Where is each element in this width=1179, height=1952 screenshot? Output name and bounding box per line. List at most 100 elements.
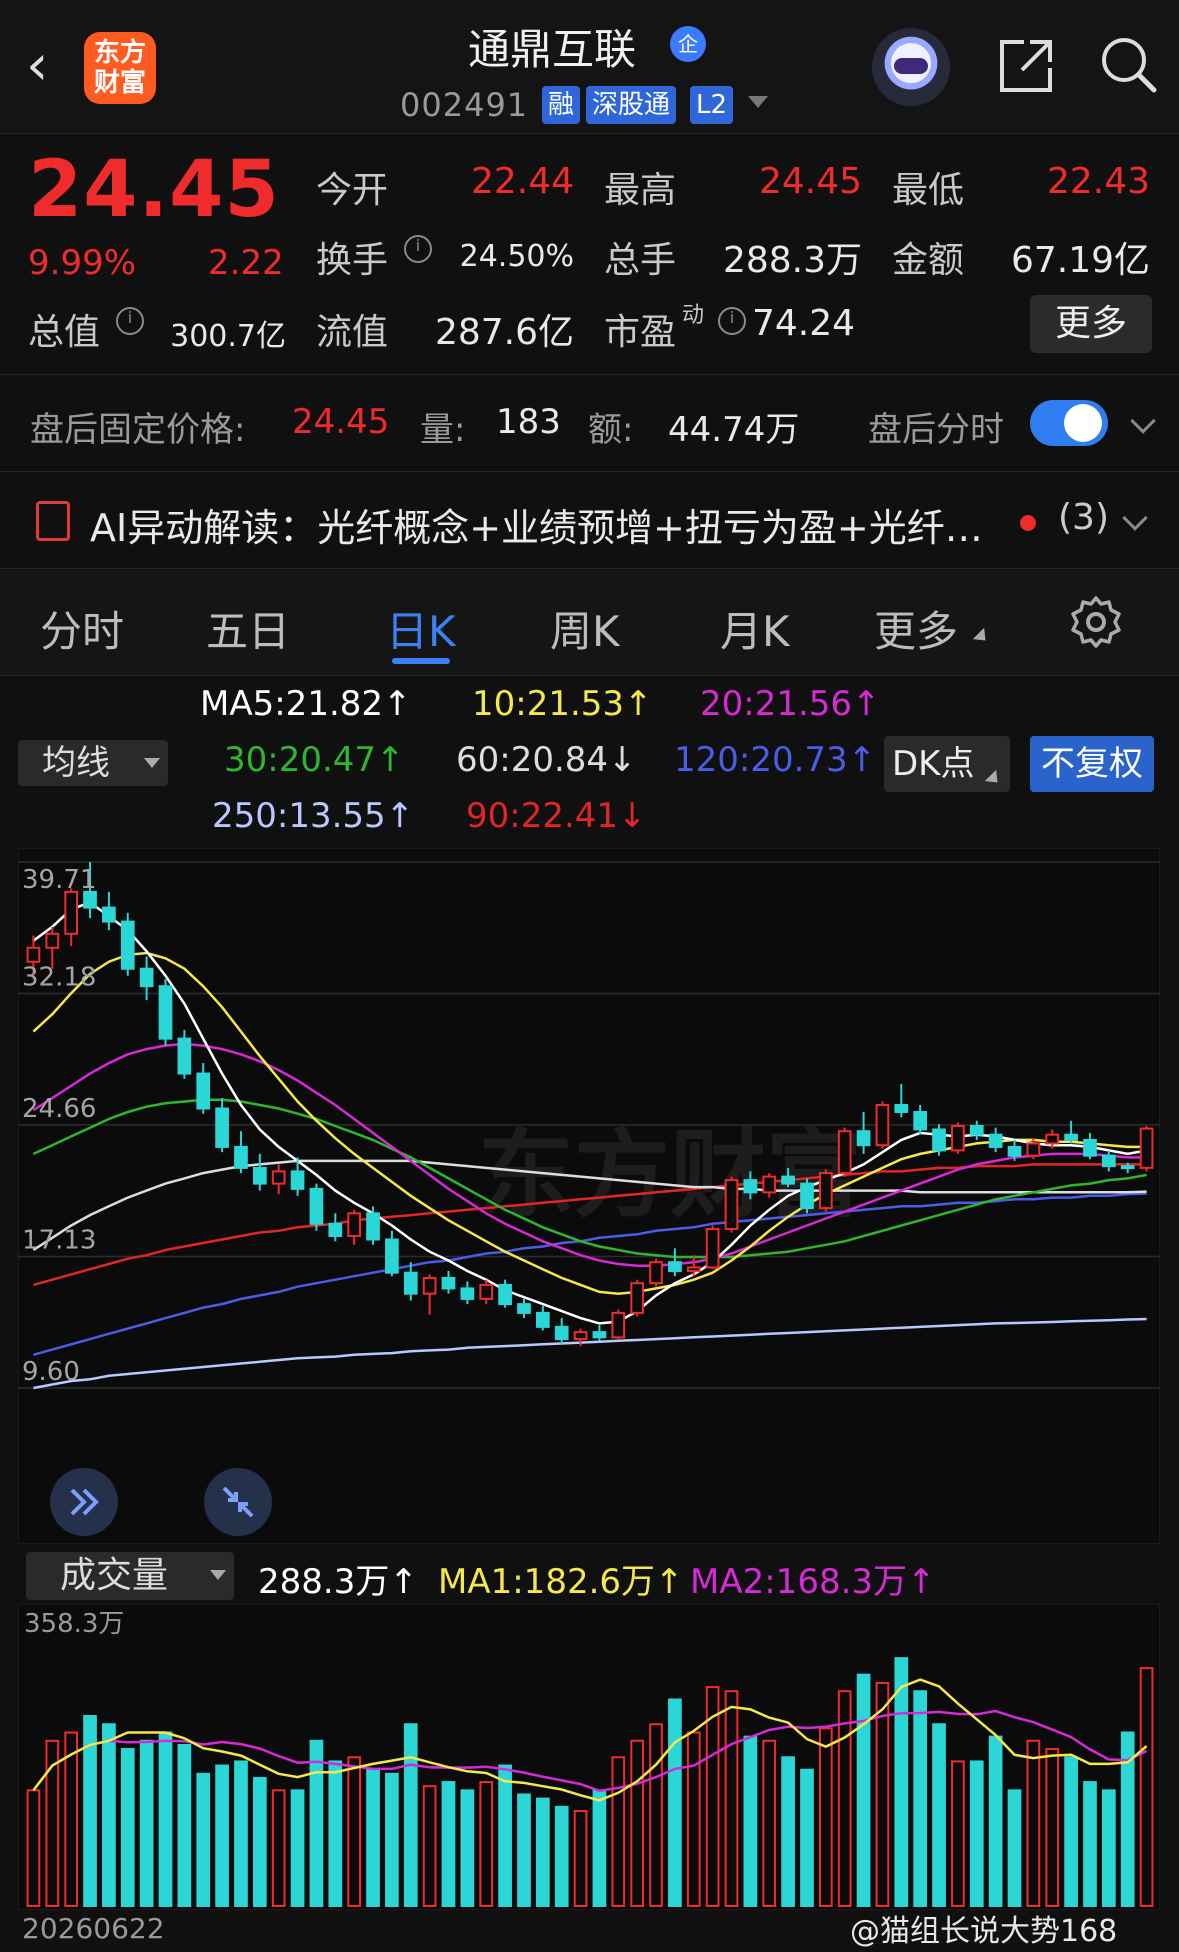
candle-down xyxy=(403,1271,418,1295)
candle-up xyxy=(705,1228,720,1269)
tab-five-day[interactable]: 五日 xyxy=(206,598,290,659)
volume-bar-down xyxy=(328,1760,343,1907)
margin-tag: 融 xyxy=(542,86,581,124)
candle-down xyxy=(1120,1165,1135,1170)
after-hours-price-label: 盘后固定价格: xyxy=(30,410,246,450)
volume-bar-down xyxy=(196,1772,211,1907)
volume-chart[interactable]: 358.3万 xyxy=(18,1604,1160,1910)
chevron-down-icon[interactable] xyxy=(748,96,768,108)
info-icon[interactable]: i xyxy=(718,307,746,335)
volume-bar-down xyxy=(498,1764,512,1907)
candle-down xyxy=(592,1331,607,1339)
volume-bar-down xyxy=(102,1723,116,1908)
candle-down xyxy=(158,985,173,1040)
volume-bar-up xyxy=(26,1789,41,1907)
candle-up xyxy=(1045,1133,1060,1145)
open-label: 今开 xyxy=(316,170,389,211)
volume-bar-up xyxy=(1045,1748,1060,1907)
amount-label: 金额 xyxy=(892,240,965,281)
volume-value: 288.3万 xyxy=(722,240,862,281)
tab-intraday[interactable]: 分时 xyxy=(40,598,124,659)
no-adjust-button[interactable]: 不复权 xyxy=(1030,736,1154,792)
more-button[interactable]: 更多 xyxy=(1030,295,1152,353)
tab-monthly-k[interactable]: 月K xyxy=(720,598,790,659)
candle-down xyxy=(460,1287,475,1300)
logo-text-bottom: 财富 xyxy=(93,68,146,98)
fullscreen-button[interactable] xyxy=(204,1468,272,1536)
ai-insight-row[interactable]: AI异动解读：光纤概念+业绩预增+扭亏为盈+光纤… (3) xyxy=(0,473,1179,569)
ma90-value: 90:22.41↓ xyxy=(466,796,647,836)
after-hours-amount: 44.74万 xyxy=(668,410,800,450)
candle-down xyxy=(385,1238,399,1274)
candle-up xyxy=(1139,1127,1154,1169)
volume-bar-down xyxy=(932,1723,946,1908)
volume-bar-up xyxy=(573,1809,588,1908)
chevron-down-icon xyxy=(210,1570,226,1580)
search-icon[interactable] xyxy=(1096,32,1160,96)
candle-down xyxy=(781,1175,795,1185)
candle-up xyxy=(818,1172,833,1210)
after-hours-volume-label: 量: xyxy=(420,410,466,450)
ma60-value: 60:20.84↓ xyxy=(456,740,637,780)
volume-indicator-selector[interactable]: 成交量 xyxy=(26,1552,234,1600)
candlestick-chart[interactable]: 东方财富 39.7132.1824.6617.139.60 xyxy=(18,848,1160,1544)
candle-down xyxy=(498,1283,512,1306)
candle-down xyxy=(535,1311,550,1328)
volume-bar-up xyxy=(724,1690,739,1907)
candle-down xyxy=(743,1179,758,1194)
high-value: 24.45 xyxy=(758,161,862,202)
market-cap-label: 总值 xyxy=(28,312,101,353)
candle-up xyxy=(26,946,41,963)
pe-label: 市盈 xyxy=(604,312,677,353)
gear-icon[interactable] xyxy=(1068,594,1124,650)
y-axis-label: 17.13 xyxy=(22,1225,96,1255)
volume-bar-down xyxy=(1101,1789,1116,1907)
chevron-down-icon[interactable] xyxy=(1130,408,1156,434)
volume-bar-up xyxy=(611,1756,626,1907)
expand-left-button[interactable] xyxy=(50,1468,118,1536)
ai-insight-text[interactable]: AI异动解读：光纤概念+业绩预增+扭亏为盈+光纤… xyxy=(90,497,980,552)
share-icon[interactable] xyxy=(996,36,1056,96)
candle-down xyxy=(196,1072,211,1110)
back-arrow-icon[interactable]: ‹ xyxy=(26,38,48,94)
volume-bar-down xyxy=(913,1690,928,1907)
stock-code: 002491 xyxy=(400,86,529,124)
volume-bar-up xyxy=(1026,1739,1041,1907)
candle-up xyxy=(479,1283,494,1300)
active-tab-underline xyxy=(392,658,450,664)
candle-down xyxy=(932,1128,946,1152)
tab-weekly-k[interactable]: 周K xyxy=(550,598,620,659)
level2-tag: L2 xyxy=(690,86,734,124)
robot-eyes-icon xyxy=(894,58,928,74)
volume-bar-down xyxy=(290,1789,305,1907)
candle-down xyxy=(234,1145,248,1169)
change-percent: 9.99% xyxy=(28,243,137,283)
turnover-label: 换手 xyxy=(316,240,389,281)
shenzhen-connect-tag: 深股通 xyxy=(586,86,677,124)
low-value: 22.43 xyxy=(1046,161,1150,202)
volume-bar-down xyxy=(139,1739,154,1907)
tab-more[interactable]: 更多 xyxy=(874,598,958,659)
volume-bar-up xyxy=(1139,1667,1154,1907)
chart-period-tabs: 分时 五日 日K 周K 月K 更多 xyxy=(0,570,1179,676)
ma250-value: 250:13.55↑ xyxy=(212,796,415,836)
low-label: 最低 xyxy=(892,170,965,211)
candle-up xyxy=(611,1311,626,1339)
quote-panel: 24.45 9.99% 2.22 今开 22.44 最高 24.45 最低 22… xyxy=(0,135,1179,375)
tab-daily-k[interactable]: 日K xyxy=(386,598,456,659)
volume-bar-down xyxy=(517,1793,531,1907)
candle-down xyxy=(252,1166,267,1185)
candle-down xyxy=(1083,1138,1097,1157)
candle-up xyxy=(573,1331,588,1341)
candle-down xyxy=(102,906,116,923)
info-icon[interactable]: i xyxy=(404,235,432,263)
chevron-down-icon[interactable] xyxy=(1122,505,1148,531)
ma20-value: 20:21.56↑ xyxy=(700,684,881,724)
volume-bar-up xyxy=(271,1789,286,1907)
double-chevron-icon xyxy=(70,1488,99,1516)
candle-up xyxy=(271,1170,286,1185)
candle-down xyxy=(309,1187,324,1225)
logo-text-top: 东方 xyxy=(93,38,146,68)
volume-bar-up xyxy=(422,1785,437,1907)
info-icon[interactable]: i xyxy=(116,307,144,335)
